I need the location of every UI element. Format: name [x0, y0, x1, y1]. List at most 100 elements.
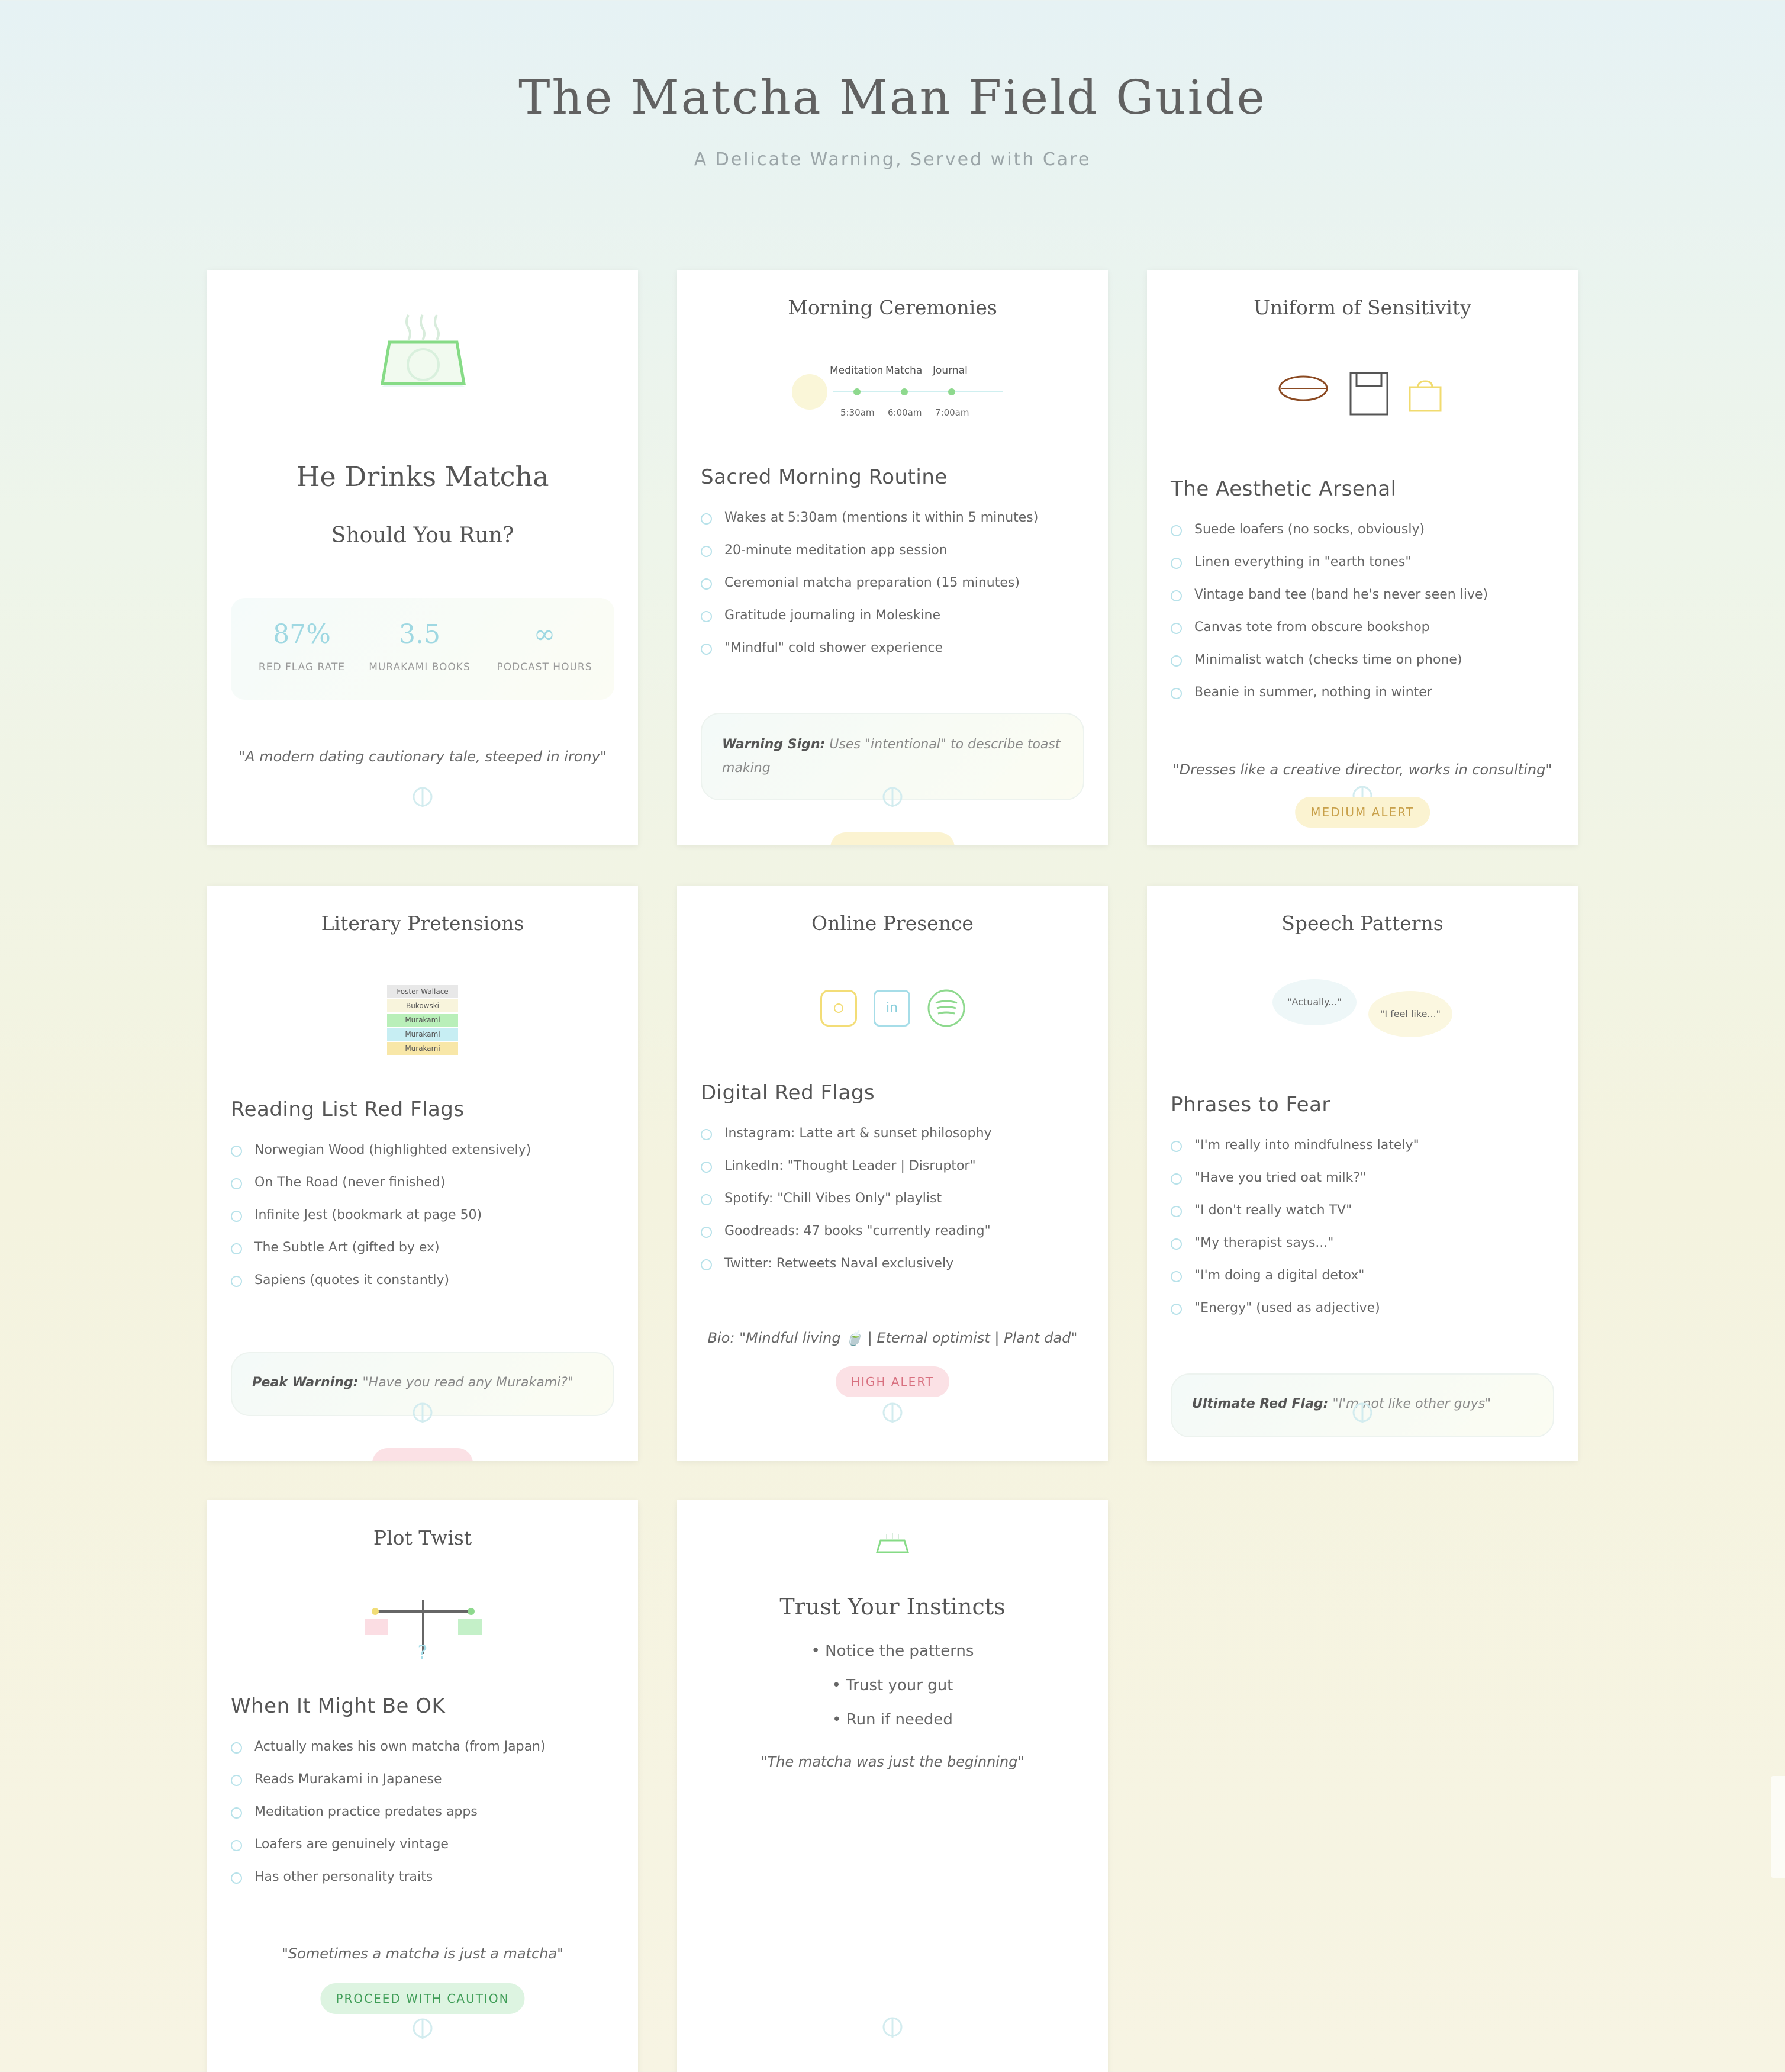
leaf-icon	[413, 2018, 433, 2039]
list-item: "Have you tried oat milk?"	[1171, 1169, 1560, 1202]
list-item: On The Road (never finished)	[231, 1174, 620, 1206]
leaf-icon	[882, 1402, 903, 1423]
list-item: Gratitude journaling in Moleskine	[701, 607, 1090, 639]
uniform-list: Suede loafers (no socks, obviously) Line…	[1171, 521, 1560, 716]
instagram-icon	[820, 990, 857, 1027]
list-item: Infinite Jest (bookmark at page 50)	[231, 1206, 620, 1239]
matcha-bowl-icon	[380, 314, 466, 387]
online-list: Instagram: Latte art & sunset philosophy…	[701, 1125, 1090, 1288]
bullet-icon	[231, 1211, 242, 1222]
loafer-icon	[1278, 375, 1328, 401]
scroll-handle[interactable]	[1771, 1776, 1785, 1878]
instincts-quote: "The matcha was just the beginning"	[761, 1754, 1024, 1770]
timeline-label-meditation: Meditation	[830, 365, 884, 377]
tip-item: • Notice the patterns	[811, 1642, 974, 1660]
tip-item: • Run if needed	[832, 1711, 953, 1729]
literary-list: Norwegian Wood (highlighted extensively)…	[231, 1141, 620, 1304]
instincts-card: Trust Your Instincts • Notice the patter…	[677, 1500, 1108, 2072]
list-item: LinkedIn: "Thought Leader | Disruptor"	[701, 1157, 1090, 1190]
list-item: Goodreads: 47 books "currently reading"	[701, 1222, 1090, 1255]
section-title: Phrases to Fear	[1171, 1093, 1330, 1117]
bullet-icon	[231, 1775, 242, 1786]
speech-bubble: "I feel like..."	[1368, 991, 1452, 1037]
literary-card: Literary Pretensions Foster Wallace Buko…	[207, 886, 638, 1461]
card-heading: Uniform of Sensitivity	[1254, 296, 1471, 319]
list-item: Minimalist watch (checks time on phone)	[1171, 651, 1560, 684]
list-item: "My therapist says..."	[1171, 1234, 1560, 1267]
bio-text: Bio: "Mindful living 🍵 | Eternal optimis…	[707, 1330, 1078, 1346]
bullet-icon	[701, 611, 712, 622]
leaf-icon	[413, 787, 433, 807]
speech-bubble: "Actually..."	[1272, 979, 1357, 1025]
bullet-icon	[231, 1178, 242, 1189]
section-title: Reading List Red Flags	[231, 1098, 465, 1121]
bullet-icon	[231, 1742, 242, 1754]
bullet-icon	[701, 513, 712, 525]
timeline-time: 5:30am	[840, 407, 875, 418]
uniform-quote: "Dresses like a creative director, works…	[1172, 761, 1552, 778]
hero-card: He Drinks Matcha Should You Run? 87% RED…	[207, 270, 638, 845]
page-subtitle: A Delicate Warning, Served with Care	[694, 149, 1091, 170]
tote-bag-icon	[1409, 380, 1442, 412]
card-heading: Online Presence	[811, 912, 974, 935]
list-item: Wakes at 5:30am (mentions it within 5 mi…	[701, 509, 1090, 542]
matcha-bowl-icon	[876, 1533, 909, 1553]
uniform-card: Uniform of Sensitivity The Aesthetic Ars…	[1147, 270, 1578, 845]
timeline-label-journal: Journal	[933, 365, 968, 377]
spotify-icon	[927, 989, 965, 1027]
linkedin-icon: in	[874, 990, 910, 1027]
bullet-icon	[1171, 623, 1182, 634]
speech-list: "I'm really into mindfulness lately" "Ha…	[1171, 1137, 1560, 1332]
book-stack: Foster Wallace Bukowski Murakami Murakam…	[387, 985, 458, 1055]
list-item: 20-minute meditation app session	[701, 542, 1090, 574]
book-spine: Murakami	[387, 1014, 458, 1027]
bullet-icon	[231, 1807, 242, 1819]
list-item: "Mindful" cold shower experience	[701, 639, 1090, 672]
list-item: Instagram: Latte art & sunset philosophy	[701, 1125, 1090, 1157]
list-item: Loafers are genuinely vintage	[231, 1836, 620, 1868]
hero-title: He Drinks Matcha	[296, 461, 549, 493]
bullet-icon	[231, 1276, 242, 1287]
list-item: Spotify: "Chill Vibes Only" playlist	[701, 1190, 1090, 1222]
book-spine: Murakami	[387, 1028, 458, 1041]
list-item: Suede loafers (no socks, obviously)	[1171, 521, 1560, 554]
list-item: Vintage band tee (band he's never seen l…	[1171, 586, 1560, 619]
book-spine: Murakami	[387, 1042, 458, 1055]
list-item: Ceremonial matcha preparation (15 minute…	[701, 574, 1090, 607]
bullet-icon	[701, 1162, 712, 1173]
stats-panel: 87% RED FLAG RATE 3.5 MURAKAMI BOOKS ∞ P…	[231, 598, 614, 700]
instincts-title: Trust Your Instincts	[779, 1594, 1006, 1620]
bullet-icon	[1171, 1206, 1182, 1217]
list-item: Beanie in summer, nothing in winter	[1171, 684, 1560, 716]
card-heading: Speech Patterns	[1281, 912, 1444, 935]
leaf-icon	[1352, 1402, 1372, 1423]
plot-quote: "Sometimes a matcha is just a matcha"	[281, 1945, 564, 1962]
book-spine: Foster Wallace	[387, 985, 458, 998]
card-heading: Literary Pretensions	[321, 912, 524, 935]
bullet-icon	[701, 1194, 712, 1205]
speech-card: Speech Patterns "Actually..." "I feel li…	[1147, 886, 1578, 1461]
section-title: When It Might Be OK	[231, 1694, 446, 1718]
leaf-icon	[882, 2017, 903, 2038]
bullet-icon	[701, 578, 712, 590]
morning-list: Wakes at 5:30am (mentions it within 5 mi…	[701, 509, 1090, 672]
bullet-icon	[1171, 1238, 1182, 1250]
timeline-label-matcha: Matcha	[885, 365, 923, 377]
bullet-icon	[1171, 558, 1182, 569]
bullet-icon	[1171, 688, 1182, 699]
hero-subtitle: Should You Run?	[331, 523, 514, 548]
bullet-icon	[701, 1259, 712, 1270]
leaf-icon	[882, 787, 903, 807]
list-item: Has other personality traits	[231, 1868, 620, 1901]
list-item: "I'm doing a digital detox"	[1171, 1267, 1560, 1299]
stat-red-flag-rate: 87% RED FLAG RATE	[258, 619, 346, 673]
plot-list: Actually makes his own matcha (from Japa…	[231, 1738, 620, 1901]
bullet-icon	[1171, 1304, 1182, 1315]
plot-twist-card: Plot Twist ? When It Might Be OK Actuall…	[207, 1500, 638, 2072]
bullet-icon	[1171, 590, 1182, 601]
list-item: Reads Murakami in Japanese	[231, 1771, 620, 1803]
list-item: "Energy" (used as adjective)	[1171, 1299, 1560, 1332]
section-title: Digital Red Flags	[701, 1081, 875, 1105]
list-item: Twitter: Retweets Naval exclusively	[701, 1255, 1090, 1288]
online-card: Online Presence in Digital Red Flags Ins…	[677, 886, 1108, 1461]
